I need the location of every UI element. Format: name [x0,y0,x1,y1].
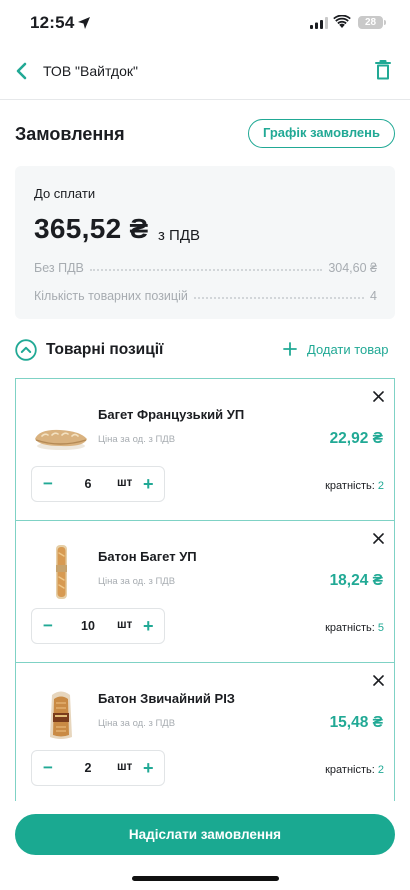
increment-button[interactable]: + [143,616,154,636]
multiplicity-value: 2 [377,480,384,492]
chevron-up-circle-icon[interactable] [15,339,37,361]
order-summary-card: До сплати 365,52 ₴ з ПДВ Без ПДВ 304,60 … [15,166,395,319]
price-caption: Ціна за од. з ПДВ [98,434,176,445]
unit-label: шт [117,761,133,773]
order-title: Замовлення [15,124,125,144]
add-product-button[interactable]: Додати товар [307,342,389,357]
quantity-stepper: − 6 шт + [31,466,165,502]
close-icon[interactable] [373,675,384,686]
item-card: Багет Французький УП Ціна за од. з ПДВ 2… [15,378,395,521]
quantity-stepper: − 10 шт + [31,608,165,644]
positions-count-row: Кількість товарних позицій 4 [34,285,377,303]
price-caption: Ціна за од. з ПДВ [98,718,176,729]
product-price: 18,24 ₴ [329,572,383,589]
total-vat-label: з ПДВ [158,227,200,244]
back-chevron-icon[interactable] [12,60,32,82]
increment-button[interactable]: + [143,758,154,778]
multiplicity-info: кратність: 5 [325,622,384,634]
multiplicity-value: 5 [377,622,384,634]
quantity-stepper: − 2 шт + [31,750,165,786]
unit-label: шт [117,477,133,489]
close-icon[interactable] [373,533,384,544]
wifi-icon [333,15,351,28]
price-caption: Ціна за од. з ПДВ [98,576,176,587]
dotted-leader [89,269,323,271]
submit-order-button[interactable]: Надіслати замовлення [15,814,395,855]
battery-indicator: 28 [358,16,383,29]
multiplicity-label: кратність: [325,480,375,492]
multiplicity-info: кратність: 2 [325,480,384,492]
product-name: Багет Французький УП [98,407,245,422]
close-icon[interactable] [373,391,384,402]
multiplicity-label: кратність: [325,622,375,634]
product-name: Батон Звичайний РІЗ [98,691,235,706]
app-header: ТОВ "Вайтдок" [0,46,410,100]
dotted-leader [193,297,365,299]
items-list[interactable]: Багет Французький УП Ціна за од. з ПДВ 2… [15,378,395,801]
unit-label: шт [117,619,133,631]
item-card: Батон Звичайний РІЗ Ціна за од. з ПДВ 15… [15,662,395,801]
item-card: Батон Багет УП Ціна за од. з ПДВ 18,24 ₴… [15,520,395,663]
status-bar: 12:54 28 [0,0,410,46]
product-price: 15,48 ₴ [329,714,383,731]
multiplicity-value: 2 [377,764,384,776]
without-vat-row: Без ПДВ 304,60 ₴ [34,257,377,275]
battery-tip [384,20,386,25]
without-vat-value: 304,60 ₴ [328,261,377,275]
location-arrow-icon [78,17,90,29]
increment-button[interactable]: + [143,474,154,494]
baton-product-image [56,545,67,599]
company-title: ТОВ "Вайтдок" [43,63,138,79]
order-schedule-button[interactable]: Графік замовлень [248,119,395,148]
items-section-title: Товарні позиції [46,341,164,358]
status-time: 12:54 [30,13,75,32]
multiplicity-label: кратність: [325,764,375,776]
pay-label: До сплати [34,186,96,201]
product-price: 22,92 ₴ [329,430,383,447]
without-vat-label: Без ПДВ [34,261,84,275]
positions-count-value: 4 [370,289,377,303]
plus-icon[interactable] [283,342,297,356]
total-amount: 365,52 ₴ [34,213,149,244]
sliced-loaf-product-image [50,691,72,739]
signal-icon [310,17,328,29]
multiplicity-info: кратність: 2 [325,764,384,776]
product-name: Батон Багет УП [98,549,197,564]
trash-icon[interactable] [373,58,393,82]
home-indicator [132,876,279,881]
positions-count-label: Кількість товарних позицій [34,289,188,303]
baguette-product-image [35,429,87,450]
